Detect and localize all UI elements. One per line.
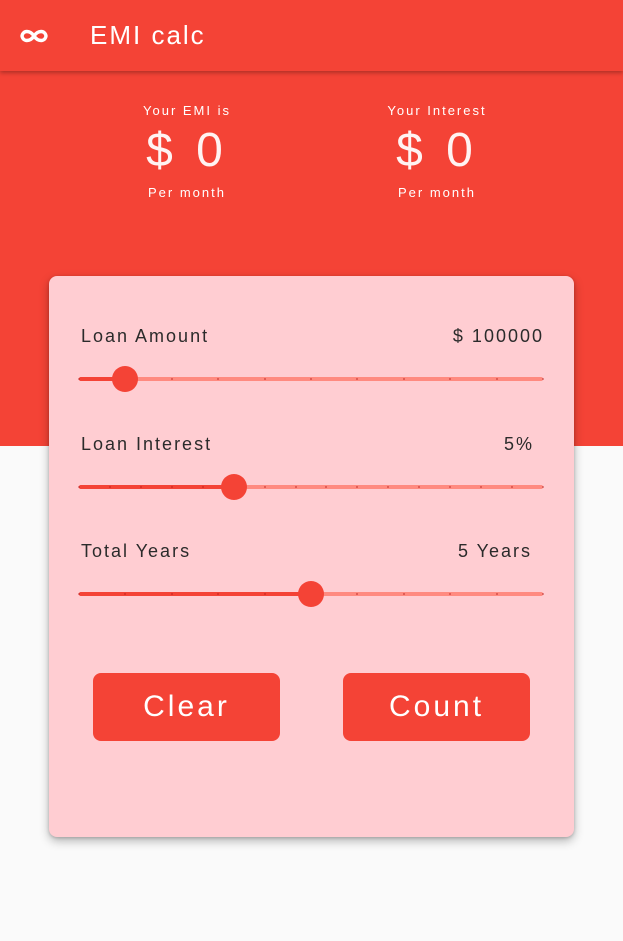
slider-tick: [78, 378, 80, 380]
total-years-row: Total Years 5 Years: [49, 541, 574, 611]
slider-tick: [356, 593, 358, 595]
slider-tick: [403, 593, 405, 595]
slider-tick: [202, 486, 204, 488]
loan-amount-label: Loan Amount: [81, 326, 210, 346]
slider-tick: [264, 486, 266, 488]
interest-caption: Your Interest: [387, 103, 487, 118]
slider-active-track: [79, 485, 234, 489]
slider-thumb[interactable]: [298, 581, 324, 607]
slider-tick: [264, 378, 266, 380]
loan-interest-row: Loan Interest 5%: [49, 434, 574, 504]
emi-value: $ 0: [146, 124, 228, 177]
slider-tick: [171, 593, 173, 595]
slider-tick: [325, 486, 327, 488]
total-years-value: 5 Years: [457, 541, 532, 561]
slider-tick: [542, 593, 544, 595]
slider-tick: [449, 593, 451, 595]
slider-thumb[interactable]: [221, 474, 247, 500]
total-years-label: Total Years: [81, 541, 192, 561]
calculator-card: Loan Amount $ 100000 Loan Interest 5% To…: [49, 276, 574, 837]
slider-tick: [124, 593, 126, 595]
slider-tick: [264, 593, 266, 595]
emi-caption: Your EMI is: [143, 103, 231, 118]
slider-tick: [387, 486, 389, 488]
clear-button[interactable]: Clear: [93, 673, 280, 741]
slider-tick: [542, 378, 544, 380]
slider-tick: [217, 593, 219, 595]
loan-amount-slider[interactable]: [78, 366, 544, 392]
slider-tick: [449, 486, 451, 488]
slider-tick: [418, 486, 420, 488]
app-bar: EMI calc: [0, 0, 623, 71]
slider-thumb[interactable]: [112, 366, 138, 392]
loan-interest-label: Loan Interest: [81, 434, 213, 454]
slider-tick: [496, 593, 498, 595]
slider-tick: [356, 486, 358, 488]
interest-value: $ 0: [396, 124, 478, 177]
loan-amount-value: $ 100000: [452, 326, 544, 346]
slider-tick: [511, 486, 513, 488]
slider-tick: [356, 378, 358, 380]
slider-tick: [171, 378, 173, 380]
count-button[interactable]: Count: [343, 673, 530, 741]
slider-tick: [140, 486, 142, 488]
slider-tick: [109, 486, 111, 488]
loan-interest-value: 5%: [503, 434, 534, 454]
loan-amount-row: Loan Amount $ 100000: [49, 326, 574, 396]
slider-tick: [480, 486, 482, 488]
slider-tick: [449, 378, 451, 380]
slider-tick: [542, 486, 544, 488]
interest-unit: Per month: [398, 185, 476, 200]
slider-tick: [403, 378, 405, 380]
infinity-icon: [20, 29, 48, 43]
slider-tick: [295, 486, 297, 488]
emi-unit: Per month: [148, 185, 226, 200]
slider-active-track: [79, 592, 311, 596]
slider-tick: [78, 486, 80, 488]
slider-tick: [171, 486, 173, 488]
slider-tick: [78, 593, 80, 595]
slider-tick: [310, 378, 312, 380]
slider-tick: [217, 378, 219, 380]
slider-tick: [496, 378, 498, 380]
total-years-slider[interactable]: [78, 581, 544, 607]
loan-interest-slider[interactable]: [78, 474, 544, 500]
app-title: EMI calc: [90, 20, 206, 50]
